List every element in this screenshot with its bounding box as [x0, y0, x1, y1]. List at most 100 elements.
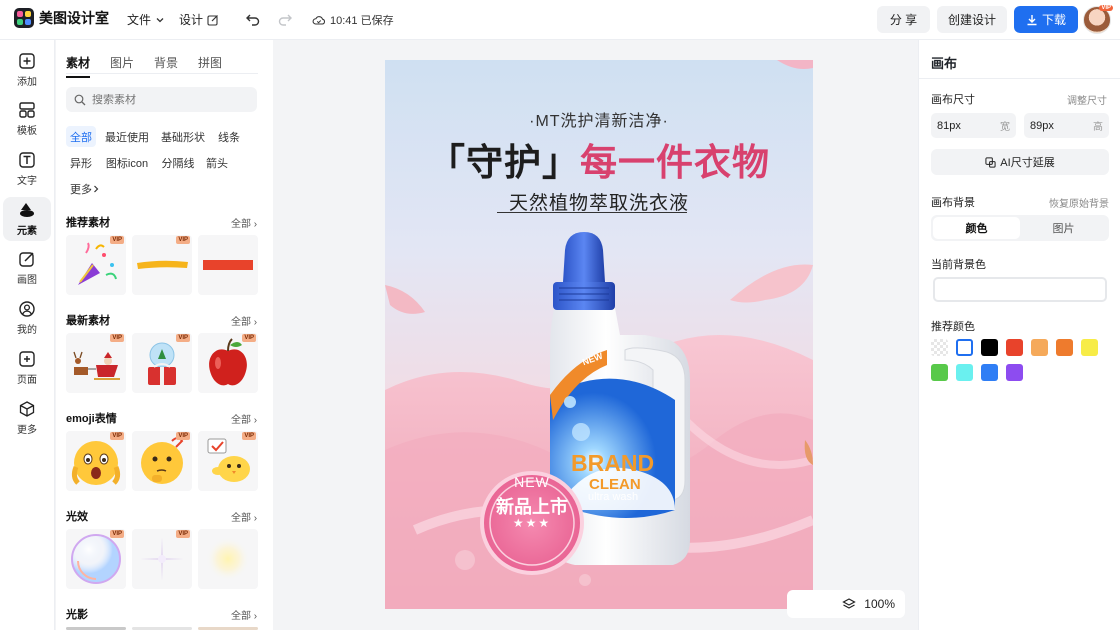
bg-tab-image[interactable]: 图片 [1020, 217, 1107, 239]
swatch-light-orange[interactable] [1031, 339, 1048, 356]
swatch-blue[interactable] [981, 364, 998, 381]
tabs-divider [66, 73, 258, 74]
asset-reindeer-sleigh[interactable]: VIP [66, 333, 126, 393]
width-field[interactable]: 81px 宽 [931, 113, 1016, 138]
asset-glow[interactable] [198, 529, 258, 589]
section-see-all[interactable]: 全部 › [231, 313, 257, 328]
swatch-transparent[interactable] [931, 339, 948, 356]
layers-icon[interactable] [842, 597, 857, 611]
resize-link[interactable]: 调整尺寸 [1067, 92, 1107, 107]
snow-globe-gift-image [148, 342, 176, 385]
chip-lines[interactable]: 线条 [214, 126, 244, 147]
asset-red-bar[interactable] [198, 235, 258, 295]
section-title: 光影 [66, 609, 88, 621]
chip-more[interactable]: 更多 [66, 178, 104, 199]
tab-materials[interactable]: 素材 [66, 54, 91, 78]
rail-item-page[interactable]: 页面 [3, 346, 51, 390]
canvas-bg-label: 画布背景 [931, 197, 975, 209]
section-see-all[interactable]: 全部 › [231, 509, 257, 524]
zoom-level[interactable]: 100% [864, 597, 895, 611]
asset-snow-globe-gift[interactable]: VIP [132, 333, 192, 393]
asset-sparkle[interactable]: VIP [132, 529, 192, 589]
file-menu[interactable]: 文件 [127, 11, 165, 28]
rail-label: 页面 [17, 375, 37, 386]
rail-item-more[interactable]: 更多 [3, 396, 51, 440]
swatch-yellow[interactable] [1081, 339, 1098, 356]
create-design-button[interactable]: 创建设计 [937, 6, 1007, 33]
ai-resize-icon [985, 156, 996, 168]
swatch-orange[interactable] [1056, 339, 1073, 356]
rail-item-text[interactable]: 文字 [3, 147, 51, 191]
share-button[interactable]: 分 享 [877, 6, 930, 33]
rail-item-add[interactable]: 添加 [3, 48, 51, 92]
vip-badge: VIP [242, 334, 256, 342]
bg-tab-color[interactable]: 颜色 [933, 217, 1020, 239]
chip-irregular[interactable]: 异形 [66, 152, 96, 173]
brand[interactable]: 美图设计室 [14, 8, 109, 28]
chip-basic-shapes[interactable]: 基础形状 [158, 126, 208, 147]
search-box[interactable] [66, 87, 257, 112]
canvas-stage: ·MT洗护清新洁净· 「守护」每一件衣物 天然植物萃取洗衣液 NEW BRAND… [273, 40, 918, 630]
swatch-cyan[interactable] [956, 364, 973, 381]
asset-tabs: 素材 图片 背景 拼图 [66, 54, 222, 78]
headline-pink-part: 每一件衣物 [580, 142, 770, 183]
left-rail: 添加 模板 文字 元素 画图 我的 页面 更多 [0, 40, 55, 630]
swatch-purple[interactable] [1006, 364, 1023, 381]
poster-subtitle[interactable]: ·MT洗护清新洁净· [385, 107, 813, 131]
section-see-all[interactable]: 全部 › [231, 607, 257, 622]
tab-backgrounds[interactable]: 背景 [154, 54, 178, 78]
vip-badge: VIP [176, 236, 190, 244]
restore-bg-link[interactable]: 恢复原始背景 [1049, 195, 1109, 210]
asset-red-apple[interactable]: VIP [198, 333, 258, 393]
search-icon [74, 94, 86, 105]
asset-emoji-thinking[interactable]: VIP [132, 431, 192, 491]
rail-label: 添加 [17, 77, 37, 88]
asset-emoji-scared[interactable]: VIP [66, 431, 126, 491]
chip-arrows[interactable]: 箭头 [204, 152, 230, 173]
rail-item-mine[interactable]: 我的 [3, 296, 51, 340]
rail-item-elements[interactable]: 元素 [3, 197, 51, 241]
asset-party-popper[interactable]: VIP [66, 235, 126, 295]
design-canvas[interactable]: ·MT洗护清新洁净· 「守护」每一件衣物 天然植物萃取洗衣液 NEW BRAND… [385, 60, 813, 609]
current-bg-label: 当前背景色 [931, 259, 986, 271]
swatch-white[interactable] [956, 339, 973, 356]
asset-yellow-stroke[interactable]: VIP [132, 235, 192, 295]
rail-label: 元素 [17, 226, 37, 237]
current-bg-color-field[interactable] [933, 277, 1107, 302]
edit-icon [207, 14, 218, 26]
chip-recent[interactable]: 最近使用 [102, 126, 152, 147]
section-see-all[interactable]: 全部 › [231, 215, 257, 230]
redo-icon[interactable] [277, 11, 293, 27]
swatch-green[interactable] [931, 364, 948, 381]
undo-icon[interactable] [245, 11, 261, 27]
avatar-vip-badge: VIP [1099, 5, 1113, 11]
rail-item-template[interactable]: 模板 [3, 97, 51, 141]
chip-dividers[interactable]: 分隔线 [158, 152, 198, 173]
rail-item-draw[interactable]: 画图 [3, 246, 51, 290]
asset-bubble[interactable]: VIP [66, 529, 126, 589]
design-menu[interactable]: 设计 [179, 11, 219, 28]
swatch-black[interactable] [981, 339, 998, 356]
vip-badge: VIP [110, 334, 124, 342]
height-field[interactable]: 89px 高 [1024, 113, 1109, 138]
download-button[interactable]: 下载 [1014, 6, 1078, 33]
section-see-all[interactable]: 全部 › [231, 411, 257, 426]
plus-square-icon [19, 53, 35, 69]
chip-icons[interactable]: 图标icon [102, 152, 152, 173]
avatar[interactable]: VIP [1083, 5, 1113, 34]
chip-all[interactable]: 全部 [66, 126, 96, 147]
search-input[interactable] [92, 93, 242, 106]
headline-dark-part: 「守护」 [428, 142, 580, 183]
ai-size-extend-button[interactable]: AI尺寸延展 [931, 149, 1109, 175]
swatch-red[interactable] [1006, 339, 1023, 356]
poster-tagline[interactable]: 天然植物萃取洗衣液 [385, 188, 813, 215]
scared-emoji-image [71, 441, 121, 485]
asset-panel: 素材 图片 背景 拼图 全部 最近使用 基础形状 线条 异形 图标icon 分隔… [56, 40, 273, 630]
text-icon [19, 152, 35, 168]
rail-label: 更多 [17, 425, 37, 436]
tab-images[interactable]: 图片 [110, 54, 134, 78]
reindeer-sleigh-image [73, 351, 120, 380]
poster-headline[interactable]: 「守护」每一件衣物 [385, 132, 813, 186]
asset-emoji-chick[interactable]: VIP [198, 431, 258, 491]
tab-collage[interactable]: 拼图 [198, 54, 222, 78]
